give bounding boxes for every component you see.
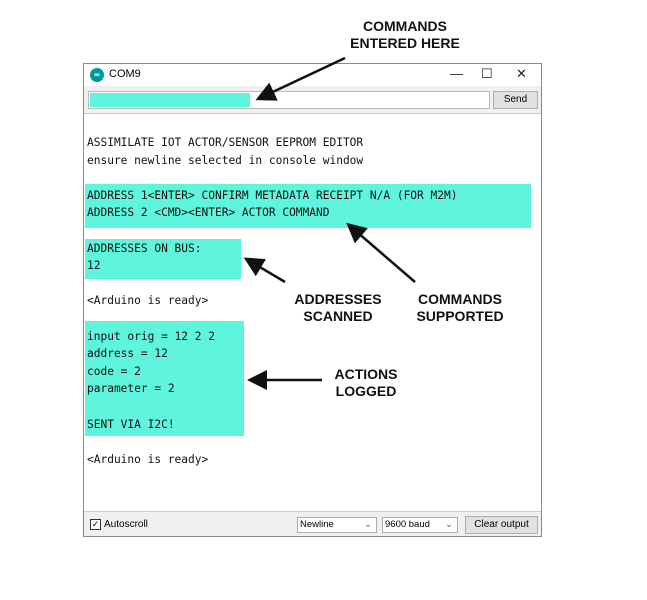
annotation-commands-supported: COMMANDS SUPPORTED bbox=[416, 291, 504, 324]
annotation-addresses-scanned: ADDRESSES SCANNED bbox=[294, 291, 382, 324]
annotation-commands-entered: COMMANDS ENTERED HERE bbox=[350, 18, 460, 51]
arrow-commands-supported bbox=[346, 222, 416, 283]
annotation-actions-logged: ACTIONS LOGGED bbox=[334, 366, 398, 399]
arrow-commands-entered bbox=[255, 56, 346, 101]
arrow-addresses bbox=[243, 257, 286, 284]
